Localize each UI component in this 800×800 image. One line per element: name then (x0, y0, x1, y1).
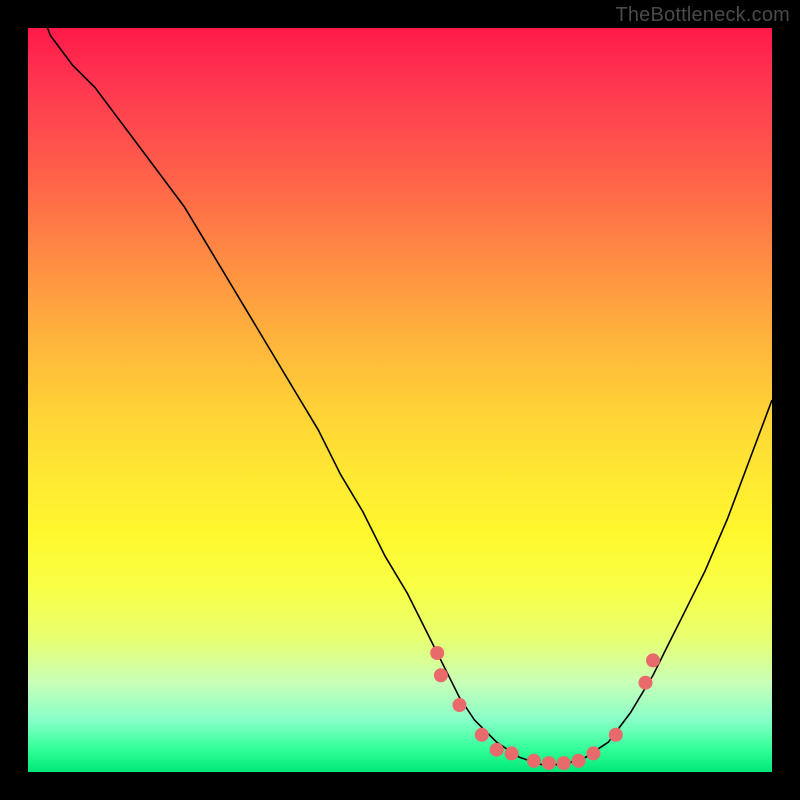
marker-point (490, 743, 504, 757)
marker-point (505, 746, 519, 760)
marker-point (557, 756, 571, 770)
marker-point (639, 676, 653, 690)
watermark-text: TheBottleneck.com (615, 4, 790, 27)
bottleneck-curve (28, 28, 772, 765)
marker-point (572, 754, 586, 768)
marker-point (430, 646, 444, 660)
bottleneck-markers (430, 646, 660, 770)
marker-point (434, 668, 448, 682)
chart-svg (28, 28, 772, 772)
marker-point (646, 653, 660, 667)
marker-point (475, 728, 489, 742)
marker-point (609, 728, 623, 742)
plot-area (28, 28, 772, 772)
marker-point (586, 746, 600, 760)
chart-frame: TheBottleneck.com (0, 0, 800, 800)
marker-point (542, 756, 556, 770)
marker-point (453, 698, 467, 712)
marker-point (527, 754, 541, 768)
